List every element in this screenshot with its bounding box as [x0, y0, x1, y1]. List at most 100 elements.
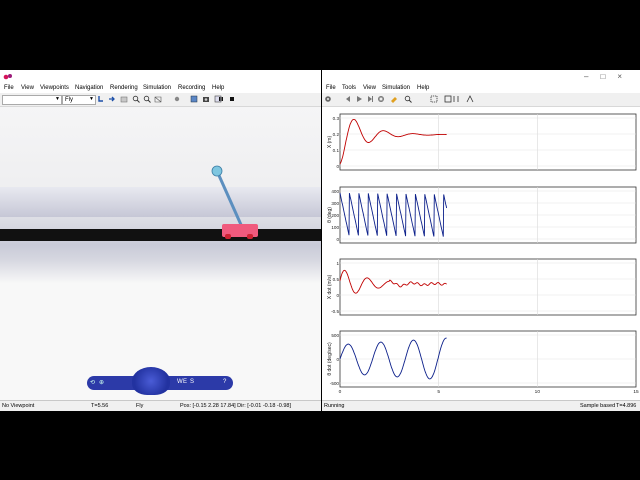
fit-to-view-icon[interactable]	[430, 95, 438, 103]
vr-viewer-window: File View Viewpoints Navigation Renderin…	[0, 70, 321, 411]
vr-menu-navigation[interactable]: Navigation	[75, 84, 103, 92]
x-tick-label: 0	[339, 389, 342, 395]
chevron-down-icon: ▼	[55, 96, 60, 102]
pendulum-bob	[211, 165, 223, 177]
pendulum-rod	[211, 165, 245, 230]
nav-zoom-icon[interactable]: ⊕	[99, 379, 104, 386]
vr-scene[interactable]: ⟲ ⊕ W E S ?	[0, 107, 321, 401]
x-tick-label: 5	[437, 389, 440, 395]
stop-icon[interactable]	[377, 95, 385, 103]
step-back-icon[interactable]	[344, 95, 352, 103]
scope-menu-file[interactable]: File	[326, 84, 336, 92]
maximize-icon[interactable]: □	[600, 72, 617, 81]
stop-icon[interactable]	[228, 95, 236, 103]
settings-icon[interactable]	[324, 95, 332, 103]
y-tick-label: -500	[330, 381, 340, 386]
nav-rotate-icon[interactable]: ⟲	[90, 379, 95, 386]
window-controls: –□×	[584, 72, 634, 81]
app-logo-icon	[3, 74, 12, 80]
y-tick-label: 0.3	[333, 116, 340, 121]
cart-wheel-right	[247, 234, 253, 239]
vr-menu-help[interactable]: Help	[212, 84, 224, 92]
zoom-out-icon[interactable]	[143, 95, 151, 103]
y-tick-label: 300	[331, 201, 339, 206]
position-direction-status: Pos: [-0.15 2.28 17.84] Dir: [-0.01 -0.1…	[180, 403, 291, 409]
y-tick-label: 0.1	[333, 148, 340, 153]
minimize-icon[interactable]: –	[584, 72, 600, 81]
cart	[222, 224, 258, 239]
scope-time: T=4.896	[616, 403, 637, 409]
y-tick-label: 0	[336, 164, 339, 169]
plot-axes	[339, 258, 637, 316]
go-to-viewpoint-icon[interactable]	[108, 95, 116, 103]
close-icon[interactable]: ×	[617, 72, 634, 81]
navigation-mode-value: Fly	[65, 97, 73, 103]
y-tick-label: 0	[336, 237, 339, 242]
collision-icon[interactable]	[120, 95, 128, 103]
cursor-measurement-icon[interactable]	[452, 95, 460, 103]
wireframe-icon[interactable]	[154, 95, 162, 103]
nav-button-e[interactable]: E	[183, 379, 187, 385]
vr-menu-recording[interactable]: Recording	[178, 84, 205, 92]
y-axis-label: X (m)	[327, 136, 333, 149]
simulation-state: Running	[324, 403, 345, 409]
scope-status-bar: Running Sample based T=4.896	[322, 400, 640, 411]
screen: { "vr": { "menu": ["File","View","Viewpo…	[0, 0, 640, 480]
y-tick-label: 0	[336, 293, 339, 298]
scope-menu-help[interactable]: Help	[417, 84, 429, 92]
vr-menu-rendering[interactable]: Rendering	[110, 84, 138, 92]
y-axis-label: θ (deg)	[327, 207, 333, 223]
nav-button-w[interactable]: W	[177, 379, 183, 385]
nav-help-icon[interactable]: ?	[223, 379, 226, 385]
y-tick-label: 1	[336, 261, 339, 266]
scope-window: –□× File Tools View Simulation Help 0.3 0…	[322, 70, 640, 411]
highlight-icon[interactable]	[390, 95, 398, 103]
scope-plot-area: 0.3 0.2 0.1 0 X (m) 400 300 200 100 0 θ (deg) 1 0.5 0…	[322, 107, 640, 401]
navigation-wheel[interactable]	[132, 367, 170, 395]
style-icon[interactable]	[466, 95, 474, 103]
plot-axes	[339, 113, 637, 171]
vr-menu-viewpoints[interactable]: Viewpoints	[40, 84, 69, 92]
zoom-icon[interactable]	[404, 95, 412, 103]
vr-menu-file[interactable]: File	[4, 84, 14, 92]
vr-menu-view[interactable]: View	[21, 84, 34, 92]
vr-title-bar	[0, 70, 321, 83]
x-tick-label: 10	[535, 389, 541, 395]
y-axis-label: X dot (m/s)	[327, 274, 333, 299]
step-forward-icon[interactable]	[366, 95, 374, 103]
headlight-icon[interactable]	[173, 95, 181, 103]
chevron-down-icon: ▼	[89, 96, 94, 102]
navigation-mode-status: Fly	[136, 403, 144, 409]
scope-title-bar: –□×	[322, 70, 640, 83]
y-tick-label: 0	[336, 357, 339, 362]
nav-button-s[interactable]: S	[190, 379, 194, 385]
scope-menu-simulation[interactable]: Simulation	[382, 84, 410, 92]
navigation-mode-dropdown[interactable]: Fly ▼	[62, 95, 96, 105]
camera-icon[interactable]	[202, 95, 210, 103]
pause-icon[interactable]	[217, 95, 225, 103]
straighten-icon[interactable]	[97, 95, 105, 103]
y-tick-label: 0.2	[333, 132, 340, 137]
vr-menu-simulation[interactable]: Simulation	[143, 84, 171, 92]
y-tick-label: -0.5	[331, 309, 339, 314]
zoom-in-icon[interactable]	[132, 95, 140, 103]
scope-menu-bar: File Tools View Simulation Help	[322, 83, 640, 93]
run-icon[interactable]	[355, 95, 363, 103]
scope-plots-svg: 0.30.20.10X (m)4003002001000θ (deg)10.50…	[327, 113, 639, 395]
scope-menu-tools[interactable]: Tools	[342, 84, 356, 92]
autoscale-icon[interactable]	[444, 95, 452, 103]
vr-menu-bar: File View Viewpoints Navigation Renderin…	[0, 83, 321, 93]
time-status: T=5.56	[91, 403, 109, 409]
viewpoint-status: No Viewpoint	[2, 403, 35, 409]
viewpoint-dropdown[interactable]: ▼	[2, 95, 62, 105]
vr-status-bar: No Viewpoint T=5.56 Fly Pos: [-0.15 2.28…	[0, 400, 321, 411]
cart-wheel-left	[225, 234, 231, 239]
y-tick-label: 500	[331, 333, 339, 338]
vr-toolbar: ▼ Fly ▼	[0, 93, 321, 107]
y-axis-label: θ dot (deg/sec)	[327, 342, 333, 376]
scope-toolbar	[322, 93, 640, 107]
capture-frame-icon[interactable]	[190, 95, 198, 103]
scope-menu-view[interactable]: View	[363, 84, 376, 92]
x-tick-label: 15	[633, 389, 639, 395]
y-tick-label: 0.5	[333, 277, 340, 282]
